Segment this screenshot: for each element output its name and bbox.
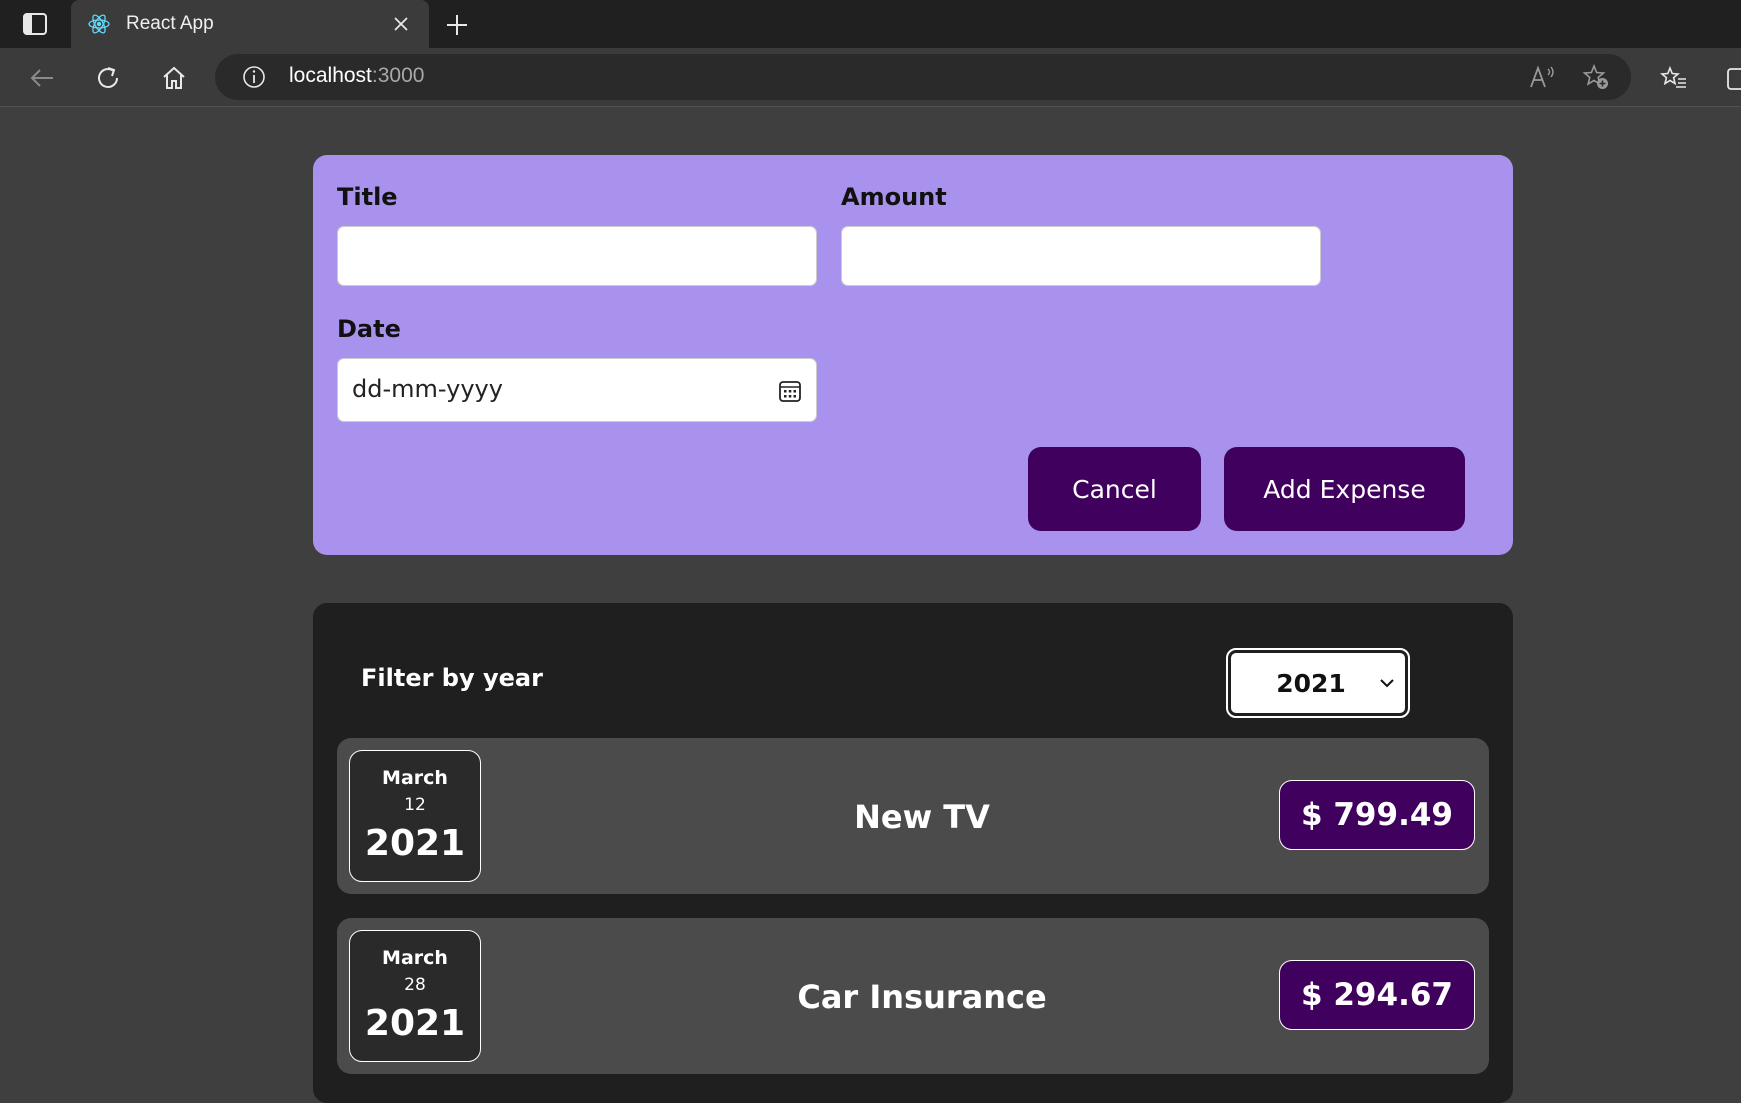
new-expense-form: Title Amount Date dd-mm-yyyy Cancel Add … <box>313 155 1513 555</box>
read-aloud-icon[interactable] <box>1528 64 1556 90</box>
info-icon[interactable] <box>242 65 266 89</box>
expense-amount: $ 294.67 <box>1279 960 1475 1030</box>
browser-tab-bar: React App <box>0 0 1741 48</box>
browser-tab[interactable]: React App <box>71 0 429 48</box>
expense-amount: $ 799.49 <box>1279 780 1475 850</box>
new-tab-icon[interactable] <box>444 12 470 38</box>
refresh-icon[interactable] <box>93 63 123 93</box>
expense-day: 28 <box>404 975 426 995</box>
expense-month: March <box>382 947 448 969</box>
expenses-card: Filter by year 2021 March 12 2021 New TV… <box>313 603 1513 1103</box>
address-bar[interactable]: localhost:3000 <box>215 54 1631 100</box>
calendar-icon[interactable] <box>778 379 802 403</box>
year-filter-select[interactable]: 2021 <box>1226 648 1410 718</box>
cancel-button[interactable]: Cancel <box>1028 447 1201 531</box>
favorites-icon[interactable] <box>1659 63 1689 93</box>
browser-toolbar: localhost:3000 <box>0 48 1741 107</box>
title-label: Title <box>337 183 398 211</box>
collections-icon[interactable] <box>1724 63 1741 93</box>
date-input[interactable]: dd-mm-yyyy <box>337 358 817 422</box>
amount-label: Amount <box>841 183 947 211</box>
home-icon[interactable] <box>159 63 189 93</box>
expense-date: March 28 2021 <box>349 930 481 1062</box>
title-input[interactable] <box>337 226 817 286</box>
expense-title: Car Insurance <box>797 978 1047 1016</box>
chevron-down-icon <box>1380 679 1394 688</box>
url-text: localhost:3000 <box>289 64 424 88</box>
expense-year: 2021 <box>364 1003 466 1044</box>
tab-title: React App <box>126 13 214 34</box>
expense-date: March 12 2021 <box>349 750 481 882</box>
expense-day: 12 <box>404 795 426 815</box>
date-label: Date <box>337 315 401 343</box>
add-expense-button[interactable]: Add Expense <box>1224 447 1465 531</box>
expense-month: March <box>382 767 448 789</box>
date-placeholder: dd-mm-yyyy <box>352 375 503 403</box>
back-icon[interactable] <box>27 63 57 93</box>
close-icon[interactable] <box>391 14 411 34</box>
expense-item: March 28 2021 Car Insurance $ 294.67 <box>337 918 1489 1074</box>
expense-title: New TV <box>854 798 990 836</box>
url-host: localhost <box>289 64 372 87</box>
url-port: :3000 <box>371 64 425 87</box>
filter-label: Filter by year <box>361 664 543 692</box>
amount-input[interactable] <box>841 226 1321 286</box>
sidebar-toggle-icon[interactable] <box>22 12 48 36</box>
year-filter-value: 2021 <box>1276 669 1346 698</box>
expense-year: 2021 <box>364 823 466 864</box>
react-logo-icon <box>88 14 110 34</box>
expense-item: March 12 2021 New TV $ 799.49 <box>337 738 1489 894</box>
add-favorite-icon[interactable] <box>1582 63 1610 91</box>
